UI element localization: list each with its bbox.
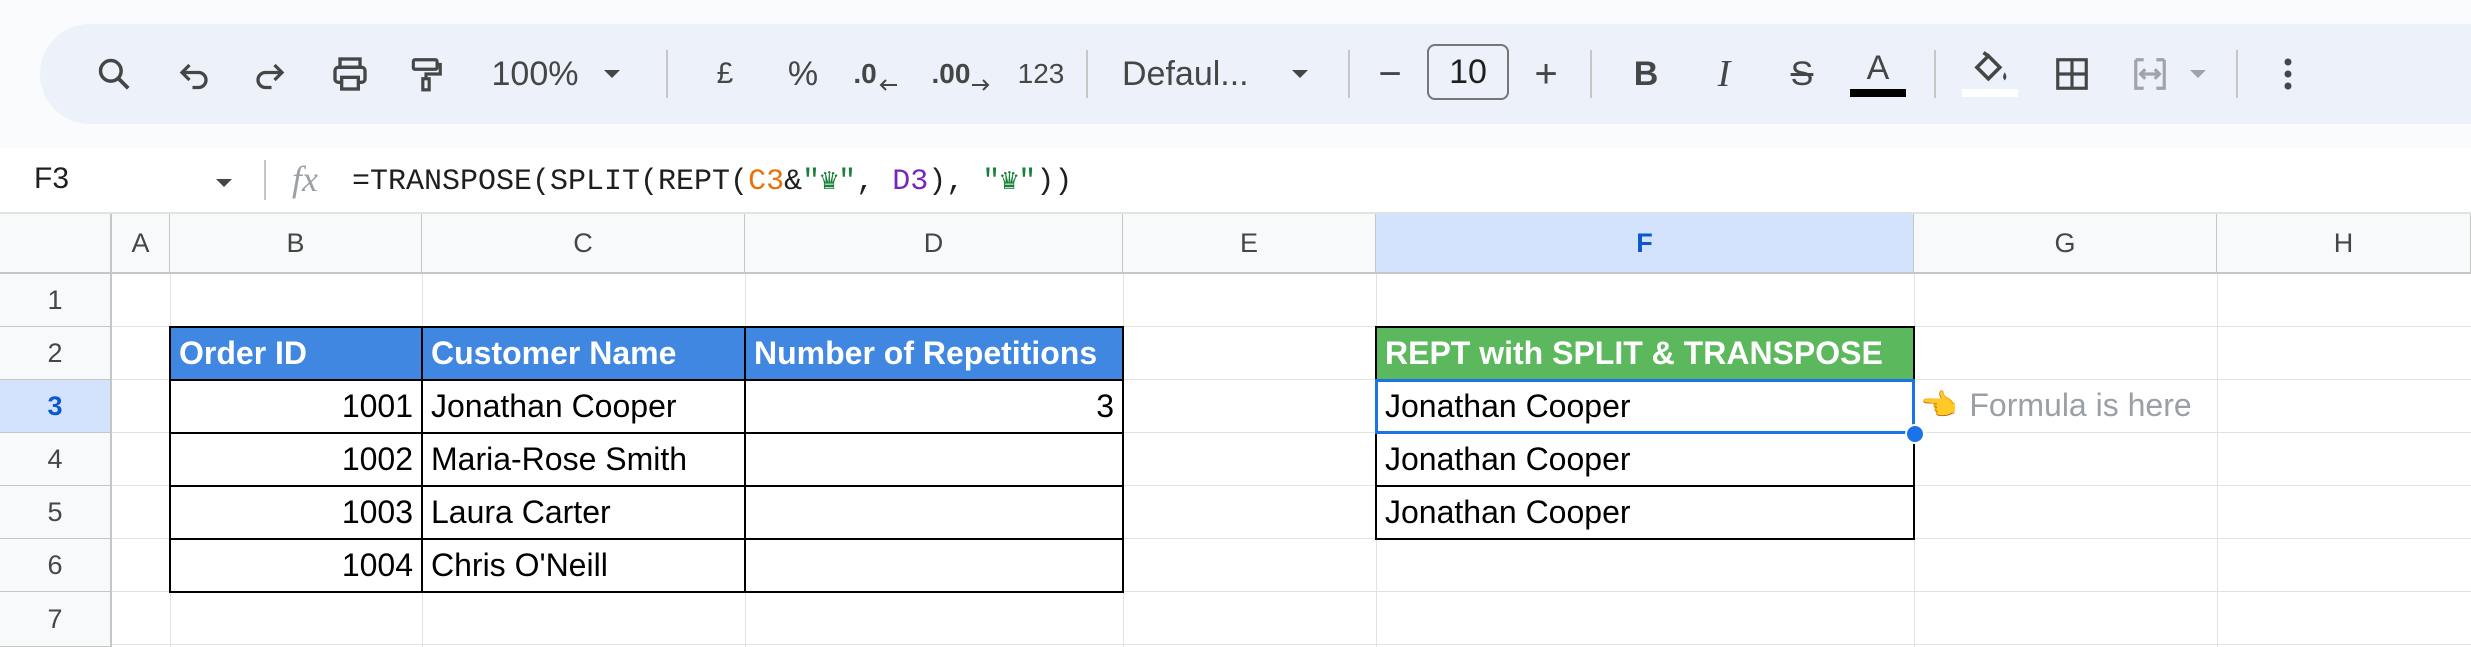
gridline bbox=[112, 644, 2471, 645]
undo-icon[interactable] bbox=[164, 24, 224, 124]
bold-button[interactable]: B bbox=[1618, 24, 1674, 124]
formula-string: "♛" bbox=[802, 165, 857, 199]
zoom-dropdown-icon[interactable] bbox=[592, 24, 632, 124]
column-header-e[interactable]: E bbox=[1123, 214, 1376, 274]
cell-b2-header[interactable]: Order ID bbox=[169, 326, 423, 381]
formula-part: & bbox=[784, 165, 803, 199]
borders-icon[interactable] bbox=[2042, 24, 2102, 124]
column-header-g[interactable]: G bbox=[1914, 214, 2217, 274]
toolbar-divider bbox=[1348, 50, 1350, 98]
merge-cells-icon[interactable] bbox=[2120, 24, 2180, 124]
toolbar: 100% £ % .0 .00 123 Defaul... − 10 + B I… bbox=[40, 24, 2471, 124]
cell-d4[interactable] bbox=[744, 432, 1124, 487]
text-color-label: A bbox=[1866, 49, 1890, 87]
column-header-f[interactable]: F bbox=[1376, 214, 1914, 274]
cell-b3[interactable]: 1001 bbox=[169, 379, 423, 434]
cell-c3[interactable]: Jonathan Cooper bbox=[421, 379, 746, 434]
decrease-decimal-button[interactable]: .0 bbox=[846, 24, 906, 124]
paint-format-icon[interactable] bbox=[396, 24, 456, 124]
formula-ref-d3: D3 bbox=[892, 165, 929, 199]
formula-part: , bbox=[856, 165, 893, 199]
spreadsheet-grid: A B C D E F G H 1 2 3 4 5 6 7 Order ID C… bbox=[0, 214, 2471, 647]
zoom-value[interactable]: 100% bbox=[480, 24, 590, 124]
print-icon[interactable] bbox=[320, 24, 380, 124]
text-color-button[interactable]: A bbox=[1846, 24, 1910, 124]
formula-bar: F3 fx =TRANSPOSE(SPLIT(REPT(C3&"♛", D3),… bbox=[0, 148, 2471, 214]
select-all-corner[interactable] bbox=[0, 214, 112, 274]
decrease-font-size-button[interactable]: − bbox=[1366, 24, 1414, 124]
cell-c4[interactable]: Maria-Rose Smith bbox=[421, 432, 746, 487]
formula-note[interactable]: 👈 Formula is here bbox=[1920, 379, 2192, 432]
toolbar-divider bbox=[1934, 50, 1936, 98]
more-options-icon[interactable] bbox=[2268, 24, 2308, 124]
increase-font-size-button[interactable]: + bbox=[1522, 24, 1570, 124]
row-header-3[interactable]: 3 bbox=[0, 380, 112, 433]
text-color-swatch bbox=[1850, 89, 1906, 97]
toolbar-divider bbox=[2236, 50, 2238, 98]
cell-f5[interactable]: Jonathan Cooper bbox=[1375, 485, 1915, 540]
cell-c5[interactable]: Laura Carter bbox=[421, 485, 746, 540]
cell-d3[interactable]: 3 bbox=[744, 379, 1124, 434]
row-header-4[interactable]: 4 bbox=[0, 433, 112, 486]
cell-f4[interactable]: Jonathan Cooper bbox=[1375, 432, 1915, 487]
active-cell-selection bbox=[1375, 379, 1915, 434]
cell-b6[interactable]: 1004 bbox=[169, 538, 423, 593]
font-size-input[interactable]: 10 bbox=[1427, 44, 1509, 100]
formula-bar-divider bbox=[264, 160, 266, 200]
percent-format-button[interactable]: % bbox=[778, 24, 828, 124]
formula-part: )) bbox=[1036, 165, 1073, 199]
cell-c2-header[interactable]: Customer Name bbox=[421, 326, 746, 381]
number-format-button[interactable]: 123 bbox=[1006, 24, 1076, 124]
row-header-2[interactable]: 2 bbox=[0, 327, 112, 380]
arrow-left-icon bbox=[879, 79, 897, 91]
row-header-5[interactable]: 5 bbox=[0, 486, 112, 539]
column-header-c[interactable]: C bbox=[422, 214, 745, 274]
pointing-hand-icon: 👈 bbox=[1920, 389, 1958, 422]
name-box-dropdown-icon[interactable] bbox=[214, 176, 234, 194]
row-header-1[interactable]: 1 bbox=[0, 274, 112, 327]
paint-bucket-icon bbox=[1974, 51, 2007, 82]
formula-string: "♛" bbox=[982, 165, 1037, 199]
formula-part: ), bbox=[928, 165, 983, 199]
cell-d2-header[interactable]: Number of Repetitions bbox=[744, 326, 1124, 381]
cell-b4[interactable]: 1002 bbox=[169, 432, 423, 487]
fill-color-button[interactable] bbox=[1956, 24, 2024, 124]
formula-note-text: Formula is here bbox=[1969, 387, 2192, 423]
font-dropdown-icon[interactable] bbox=[1280, 24, 1320, 124]
cell-d6[interactable] bbox=[744, 538, 1124, 593]
column-header-a[interactable]: A bbox=[112, 214, 170, 274]
cell-b5[interactable]: 1003 bbox=[169, 485, 423, 540]
redo-icon[interactable] bbox=[240, 24, 300, 124]
formula-input[interactable]: =TRANSPOSE(SPLIT(REPT(C3&"♛", D3), "♛")) bbox=[352, 162, 1072, 199]
cell-f2-header[interactable]: REPT with SPLIT & TRANSPOSE bbox=[1375, 326, 1915, 381]
strikethrough-button[interactable]: S bbox=[1774, 24, 1830, 124]
toolbar-divider bbox=[1086, 50, 1088, 98]
fill-color-swatch bbox=[1962, 89, 2018, 97]
row-header-7[interactable]: 7 bbox=[0, 592, 112, 647]
italic-button[interactable]: I bbox=[1696, 24, 1752, 124]
row-header-6[interactable]: 6 bbox=[0, 539, 112, 592]
increase-decimal-button[interactable]: .00 bbox=[924, 24, 1000, 124]
column-header-b[interactable]: B bbox=[170, 214, 422, 274]
toolbar-divider bbox=[1590, 50, 1592, 98]
cell-c6[interactable]: Chris O'Neill bbox=[421, 538, 746, 593]
font-family-select[interactable]: Defaul... bbox=[1122, 24, 1272, 124]
column-header-d[interactable]: D bbox=[745, 214, 1123, 274]
search-icon[interactable] bbox=[84, 24, 144, 124]
arrow-right-icon bbox=[972, 79, 990, 91]
decrease-decimal-label: .0 bbox=[853, 58, 877, 89]
increase-decimal-label: .00 bbox=[931, 58, 971, 89]
fx-icon: fx bbox=[292, 159, 318, 199]
column-header-h[interactable]: H bbox=[2217, 214, 2471, 274]
formula-part: =TRANSPOSE(SPLIT(REPT( bbox=[352, 165, 749, 199]
cell-d5[interactable] bbox=[744, 485, 1124, 540]
formula-ref-c3: C3 bbox=[748, 165, 785, 199]
currency-format-button[interactable]: £ bbox=[700, 24, 750, 124]
name-box[interactable]: F3 bbox=[34, 162, 69, 196]
toolbar-divider bbox=[666, 50, 668, 98]
merge-dropdown-icon[interactable] bbox=[2180, 24, 2216, 124]
